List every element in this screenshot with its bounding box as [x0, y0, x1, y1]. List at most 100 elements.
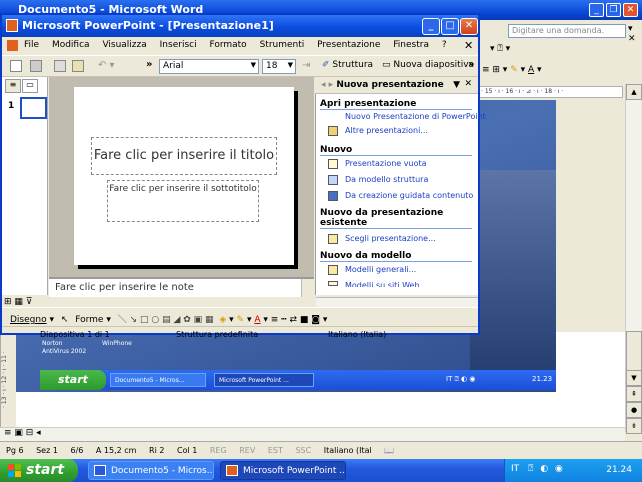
- new-document-icon[interactable]: [10, 60, 22, 72]
- font-color-icon[interactable]: A: [254, 315, 260, 325]
- struttura-button[interactable]: ✐ Struttura: [322, 60, 373, 70]
- ppt-close-button[interactable]: ✕: [460, 18, 478, 35]
- clock[interactable]: 21.24: [606, 465, 632, 475]
- word-help-input[interactable]: Digitare una domanda.: [508, 24, 626, 38]
- menu-inserisci[interactable]: Inserisci: [160, 40, 197, 50]
- embedded-icon-antivirus: AntiVirus 2002: [42, 348, 87, 355]
- embedded-task-ppt: Microsoft PowerPoint ...: [214, 373, 314, 387]
- embedded-start-button: start: [40, 370, 106, 390]
- word-close-button[interactable]: ✕: [623, 3, 638, 17]
- scroll-up-icon[interactable]: ▲: [626, 84, 642, 100]
- undo-icon[interactable]: ↶ ▾: [98, 60, 115, 71]
- font-size-select[interactable]: 18 ▼: [262, 59, 296, 74]
- link-modello-struttura[interactable]: Da modello struttura: [345, 175, 490, 184]
- ppt-minimize-button[interactable]: _: [422, 18, 440, 35]
- section-apri: Apri presentazione: [320, 99, 472, 110]
- task-pane-scrollbar[interactable]: [316, 297, 478, 307]
- subtitle-placeholder[interactable]: Fare clic per inserire il sottotitolo: [107, 180, 259, 222]
- view-buttons[interactable]: ⊞ ▦ ⊽: [4, 297, 32, 307]
- menu-formato[interactable]: Formato: [209, 40, 246, 50]
- font-select[interactable]: Arial ▼: [159, 59, 259, 74]
- menu-visualizza[interactable]: Visualizza: [102, 40, 146, 50]
- line-color-icon[interactable]: ✎: [237, 315, 245, 325]
- title-placeholder[interactable]: Fare clic per inserire il titolo: [91, 137, 277, 175]
- volume-tray-icon[interactable]: ◉: [555, 464, 563, 474]
- scroll-down-icon[interactable]: ▼: [626, 370, 642, 386]
- new-slide-button[interactable]: ▭ Nuova diapositiva: [382, 60, 474, 70]
- slide-thumbnail[interactable]: [20, 97, 47, 119]
- task-pane-title[interactable]: Nuova presentazione: [336, 80, 443, 90]
- ppt-title: Microsoft PowerPoint - [Presentazione1]: [22, 19, 274, 32]
- word-restore-button[interactable]: ❐: [606, 3, 621, 17]
- embedded-task-word: Documento5 - Micros...: [110, 373, 206, 387]
- prev-page-icon[interactable]: ⇞: [626, 386, 642, 402]
- word-vertical-scrollbar[interactable]: ▲ ▼ ⇞ ● ⇟: [625, 84, 642, 434]
- menu-presentazione[interactable]: Presentazione: [317, 40, 380, 50]
- link-scegli-presentazione[interactable]: Scegli presentazione...: [345, 234, 490, 243]
- embedded-clock: 21.23: [532, 375, 553, 383]
- word-horizontal-scrollbar[interactable]: ≡ ▣ ⊟ ◂: [0, 427, 625, 441]
- menu-strumenti[interactable]: Strumenti: [260, 40, 305, 50]
- taskbar-item-word[interactable]: Documento5 - Micros...: [88, 461, 214, 480]
- pane-close-icon[interactable]: ✕: [464, 79, 472, 89]
- copy-icon[interactable]: [54, 60, 66, 72]
- toolbar-overflow-icon[interactable]: »: [146, 59, 152, 70]
- powerpoint-logo-icon[interactable]: [6, 19, 18, 32]
- menu-file[interactable]: File: [24, 40, 39, 50]
- ppt-maximize-button[interactable]: □: [441, 18, 459, 35]
- menu-finestra[interactable]: Finestra: [393, 40, 429, 50]
- language-indicator[interactable]: IT: [511, 464, 519, 474]
- menu-modifica[interactable]: Modifica: [52, 40, 90, 50]
- word-toolbar: ▾ ⍰ ▾ ≡ ⊞ ▾ ✎ ▾ A ▾: [478, 40, 642, 82]
- line-style-icons[interactable]: ≡ ┅ ⇄ ■ ◙: [271, 315, 320, 325]
- link-creazione-guidata[interactable]: Da creazione guidata contenuto: [345, 191, 490, 200]
- status-col: Col 1: [176, 446, 198, 455]
- indent-icon[interactable]: ⇥: [302, 60, 310, 71]
- slide-canvas[interactable]: [74, 87, 294, 265]
- system-tray: IT ⍰ ◐ ◉ 21.24: [504, 459, 642, 482]
- pane-dropdown-icon[interactable]: ▼: [453, 80, 460, 90]
- fill-color-icon[interactable]: ◈: [219, 315, 226, 325]
- tab-slides[interactable]: ▭: [22, 79, 38, 93]
- select-browse-icon[interactable]: ●: [626, 402, 642, 418]
- word-format-icons[interactable]: ≡ ⊞ ▾ ✎ ▾ A ▾: [482, 65, 542, 75]
- scroll-thumb[interactable]: [626, 331, 642, 371]
- link-presentazione-vuota[interactable]: Presentazione vuota: [345, 159, 490, 168]
- document-close-icon[interactable]: ✕: [464, 39, 473, 52]
- struttura-label: Struttura: [332, 60, 374, 70]
- drawing-toolbar: Disegno ▾ ↖ Forme ▾ ＼ ↘ □ ○ ▤ ◢ ✿ ▣ ▦ ◈ …: [2, 307, 478, 327]
- disegno-menu[interactable]: Disegno: [10, 315, 47, 325]
- paste-icon[interactable]: [72, 60, 84, 72]
- link-altre-presentazioni[interactable]: Altre presentazioni...: [345, 126, 490, 135]
- taskbar-item-powerpoint[interactable]: Microsoft PowerPoint ...: [220, 461, 346, 480]
- print-icon[interactable]: [30, 60, 42, 72]
- select-arrow-icon[interactable]: ↖: [61, 315, 69, 325]
- next-page-icon[interactable]: ⇟: [626, 418, 642, 434]
- link-nuovo-ppt[interactable]: Nuovo Presentazione di PowerPoint: [345, 112, 490, 121]
- view-mode-icons[interactable]: ≡ ▣ ⊟ ◂: [4, 428, 41, 438]
- tab-outline[interactable]: ≡: [5, 79, 21, 93]
- forme-menu[interactable]: Forme: [75, 315, 103, 325]
- drawing-shape-icons[interactable]: ＼ ↘ □ ○ ▤ ◢ ✿ ▣ ▦: [118, 315, 214, 325]
- network-tray-icon[interactable]: ◐: [540, 464, 548, 474]
- status-ext[interactable]: EST: [268, 446, 283, 455]
- status-language: Italiano (Ital: [323, 446, 372, 455]
- status-page: Pg 6: [6, 446, 24, 455]
- status-language-ppt: Italiano (Italia): [328, 330, 387, 339]
- word-minimize-button[interactable]: _: [589, 3, 604, 17]
- toolbar-overflow-icon-2[interactable]: »: [468, 59, 474, 70]
- link-modelli-web[interactable]: Modelli su siti Web...: [345, 281, 490, 287]
- notes-pane[interactable]: Fare clic per inserire le note: [49, 277, 314, 297]
- menu-help[interactable]: ?: [442, 40, 447, 50]
- notes-scrollbar[interactable]: [301, 279, 314, 297]
- link-modelli-generali[interactable]: Modelli generali...: [345, 265, 490, 274]
- ppt-title-bar[interactable]: Microsoft PowerPoint - [Presentazione1]: [2, 15, 478, 37]
- status-rev[interactable]: REV: [239, 446, 255, 455]
- status-rec[interactable]: REG: [210, 446, 227, 455]
- help-tray-icon[interactable]: ⍰: [528, 464, 533, 474]
- embedded-tray: IT ⍰ ◐ ◉: [446, 375, 476, 383]
- spellcheck-icon[interactable]: 📖: [384, 446, 394, 455]
- word-toolbar-help-icon[interactable]: ▾ ⍰ ▾: [490, 44, 510, 54]
- status-ovr[interactable]: SSC: [295, 446, 311, 455]
- pane-nav-icon[interactable]: ◂ ▸: [321, 80, 333, 90]
